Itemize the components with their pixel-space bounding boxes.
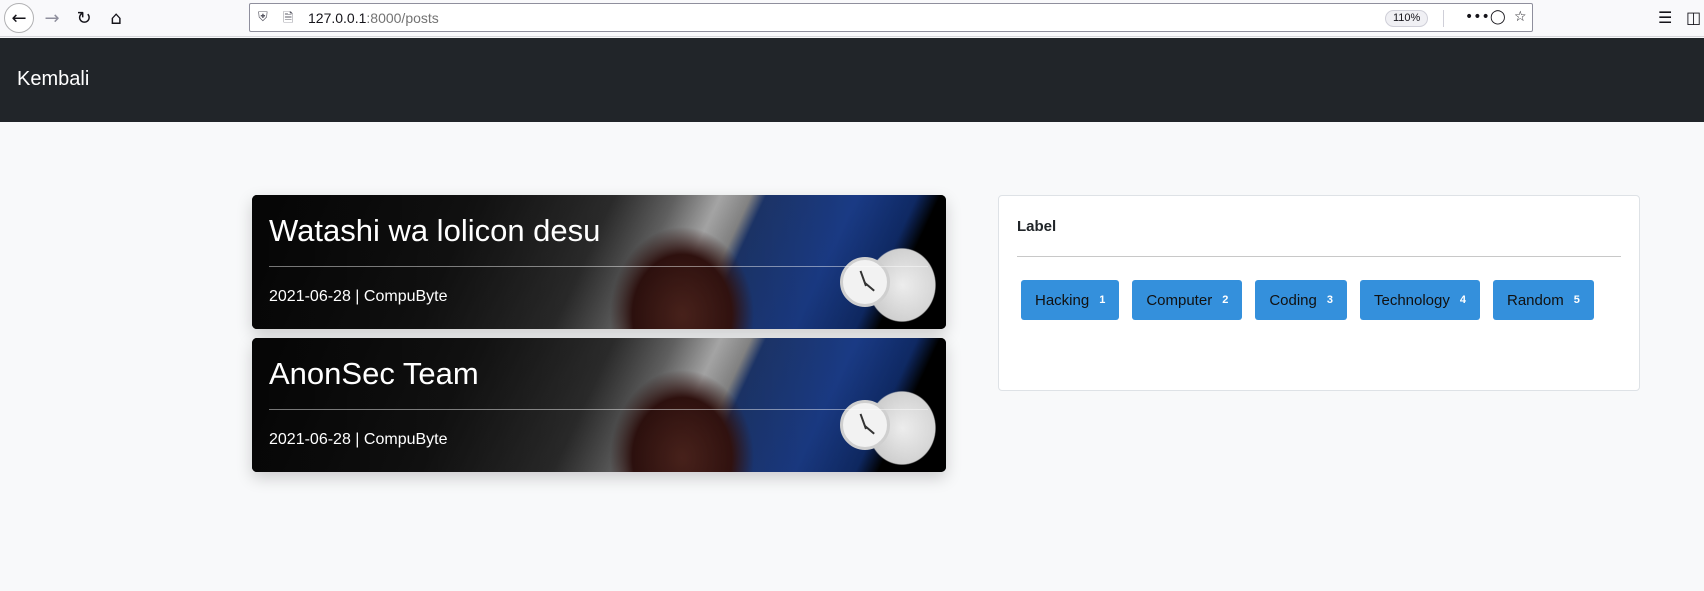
label-tag-technology[interactable]: Technology 4 [1359,280,1480,320]
post-author: CompuByte [363,431,448,448]
meta-separator: | [355,288,360,305]
tag-name: Computer [1146,291,1213,309]
post-meta: 2021-06-28 | CompuByte [269,431,448,449]
post-divider [269,409,928,410]
shield-icon[interactable]: ⛨ [258,10,268,25]
url-text[interactable]: 127.0.0.1:8000/posts [308,10,439,26]
sidebar-icon[interactable]: ◫ [1686,8,1701,27]
label-divider [1017,256,1621,257]
more-actions-icon[interactable]: ••• [1465,9,1490,25]
url-path: :8000/posts [366,10,439,26]
tag-count-badge: 5 [1573,294,1580,306]
bookmark-star-icon[interactable]: ☆ [1514,9,1527,25]
label-panel: Label Hacking 1 Computer 2 Coding 3 Technol… [998,195,1640,391]
post-title[interactable]: AnonSec Team [269,356,479,392]
forward-arrow-icon[interactable]: → [38,4,66,32]
label-tag-coding[interactable]: Coding 3 [1255,280,1347,320]
post-card[interactable]: Watashi wa lolicon desu 2021-06-28 | Com… [252,195,946,329]
tag-count-badge: 2 [1222,294,1229,306]
post-author: CompuByte [363,288,448,305]
post-date: 2021-06-28 [269,431,351,448]
zoom-badge[interactable]: 110% [1385,10,1429,27]
address-bar[interactable]: ⛨ 🗎 127.0.0.1:8000/posts 110% ••• ◯ ☆ [249,3,1533,32]
url-divider [1443,10,1444,27]
reload-icon[interactable]: ↻ [70,4,98,32]
post-meta: 2021-06-28 | CompuByte [269,288,448,306]
post-divider [269,266,928,267]
brand-link[interactable]: Kembali [17,68,89,91]
post-card[interactable]: AnonSec Team 2021-06-28 | CompuByte [252,338,946,472]
tag-count-badge: 3 [1326,294,1333,306]
pocket-icon[interactable]: ◯ [1490,9,1506,25]
label-heading: Label [1017,218,1057,235]
tag-count-badge: 4 [1459,294,1466,306]
clock-icon [840,400,890,450]
post-date: 2021-06-28 [269,288,351,305]
home-icon[interactable]: ⌂ [102,4,130,32]
label-tag-random[interactable]: Random 5 [1493,280,1594,320]
clock-icon [840,257,890,307]
tag-name: Technology [1373,291,1450,309]
meta-separator: | [355,431,360,448]
tag-count-badge: 1 [1099,294,1106,306]
tag-name: Coding [1269,291,1317,309]
tag-name: Random [1507,291,1564,309]
label-tag-hacking[interactable]: Hacking 1 [1021,280,1120,320]
label-tag-computer[interactable]: Computer 2 [1132,280,1243,320]
page-icon: 🗎 [283,11,294,26]
post-title[interactable]: Watashi wa lolicon desu [269,213,600,249]
browser-toolbar: ← → ↻ ⌂ ⛨ 🗎 127.0.0.1:8000/posts 110% ••… [0,0,1704,37]
library-icon[interactable]: ☰ [1658,8,1672,27]
label-tag-list: Hacking 1 Computer 2 Coding 3 Technology 4 R… [1021,280,1621,320]
top-navbar: Kembali [0,38,1704,122]
url-host: 127.0.0.1 [308,10,367,26]
tag-name: Hacking [1035,291,1090,309]
back-arrow-icon[interactable]: ← [4,3,34,33]
